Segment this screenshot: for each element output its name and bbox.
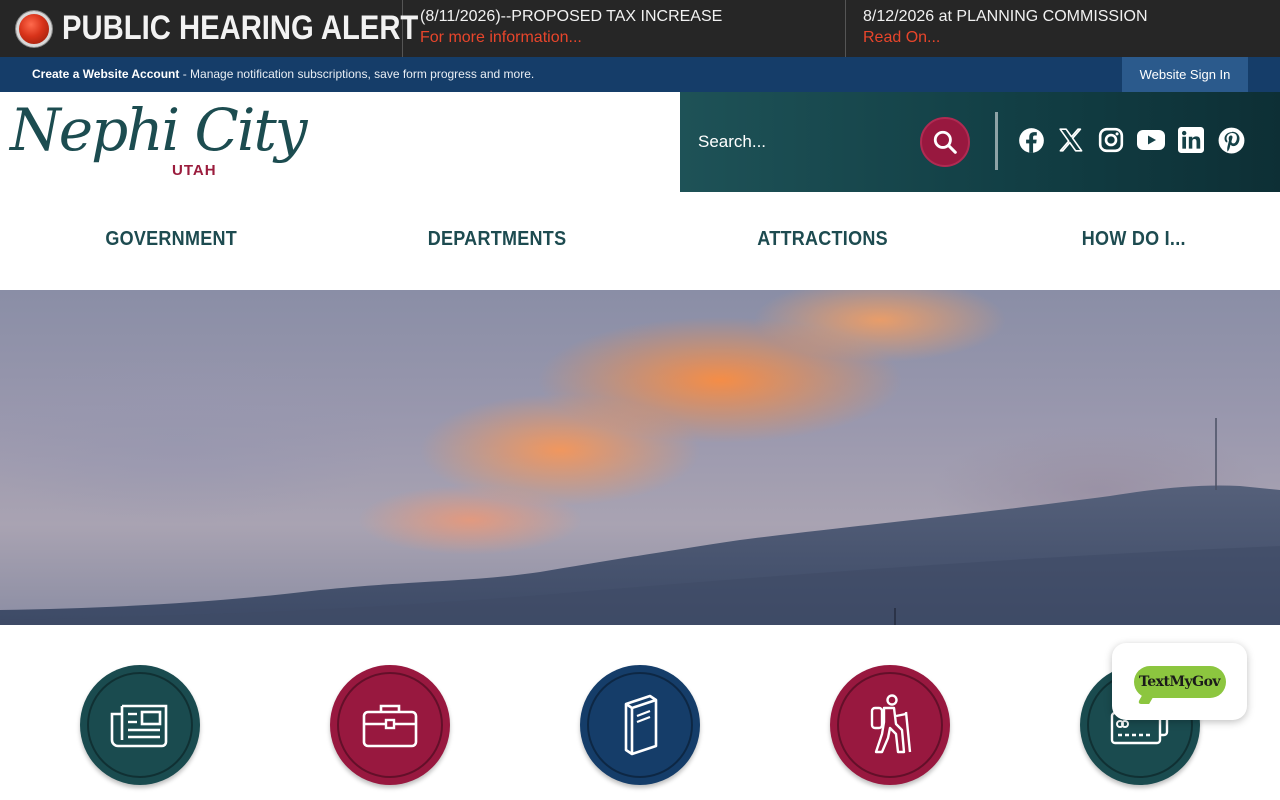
search-icon — [933, 130, 957, 154]
alert-title-block: PUBLIC HEARING ALERT — [0, 0, 418, 57]
alert-item-planning-commission[interactable]: 8/12/2026 at PLANNING COMMISSION Read On… — [846, 0, 1280, 57]
search-input[interactable] — [698, 120, 898, 164]
nav-how-do-i[interactable]: HOW DO I... — [1082, 228, 1186, 251]
circle-ring — [87, 672, 193, 778]
quick-link-recreation[interactable] — [830, 665, 950, 785]
main-navigation: GOVERNMENT DEPARTMENTS ATTRACTIONS HOW D… — [0, 192, 1280, 290]
public-hearing-alert-bar: PUBLIC HEARING ALERT (8/11/2026)--PROPOS… — [0, 0, 1280, 57]
alert-headline: 8/12/2026 at PLANNING COMMISSION — [863, 8, 1148, 25]
create-account-link[interactable]: Create a Website Account — [32, 67, 179, 81]
quick-link-news[interactable] — [80, 665, 200, 785]
circle-ring — [587, 672, 693, 778]
nephi-city-logo[interactable]: Nephi City UTAH — [10, 96, 308, 184]
logo-wordmark: Nephi City — [10, 96, 308, 164]
alert-item-tax-increase[interactable]: (8/11/2026)--PROPOSED TAX INCREASE For m… — [403, 0, 846, 57]
website-sign-in-button[interactable]: Website Sign In — [1122, 57, 1248, 92]
alert-read-on-link[interactable]: Read On... — [863, 27, 1280, 49]
textmygov-widget[interactable]: TextMyGov — [1112, 643, 1247, 720]
nav-attractions[interactable]: ATTRACTIONS — [757, 228, 888, 251]
alert-headline: (8/11/2026)--PROPOSED TAX INCREASE — [420, 8, 723, 25]
quick-link-library[interactable] — [580, 665, 700, 785]
linkedin-icon[interactable] — [1177, 126, 1205, 154]
hero-banner-image — [0, 290, 1280, 625]
nav-government[interactable]: GOVERNMENT — [105, 228, 237, 251]
instagram-icon[interactable] — [1097, 126, 1125, 154]
circle-ring — [837, 672, 943, 778]
account-description: - Manage notification subscriptions, sav… — [179, 67, 535, 81]
textmygov-logo: TextMyGov — [1133, 665, 1226, 698]
pinterest-icon[interactable] — [1217, 126, 1245, 154]
facebook-icon[interactable] — [1017, 126, 1045, 154]
site-header: Nephi City UTAH — [0, 92, 1280, 192]
account-bar: Create a Website Account - Manage notifi… — [0, 57, 1280, 92]
mountain-silhouette — [0, 418, 1280, 625]
search-button[interactable] — [920, 117, 970, 167]
quick-link-jobs[interactable] — [330, 665, 450, 785]
search-panel — [680, 92, 1280, 192]
circle-ring — [337, 672, 443, 778]
nav-departments[interactable]: DEPARTMENTS — [428, 228, 567, 251]
alert-beacon-icon — [16, 10, 52, 47]
search-divider — [995, 112, 998, 170]
quick-links-section — [0, 625, 1280, 800]
x-twitter-icon[interactable] — [1057, 126, 1085, 154]
logo-state: UTAH — [172, 162, 217, 179]
alert-title: PUBLIC HEARING ALERT — [62, 9, 419, 47]
alert-more-info-link[interactable]: For more information... — [420, 27, 845, 49]
account-prompt: Create a Website Account - Manage notifi… — [32, 67, 534, 81]
youtube-icon[interactable] — [1137, 126, 1165, 154]
